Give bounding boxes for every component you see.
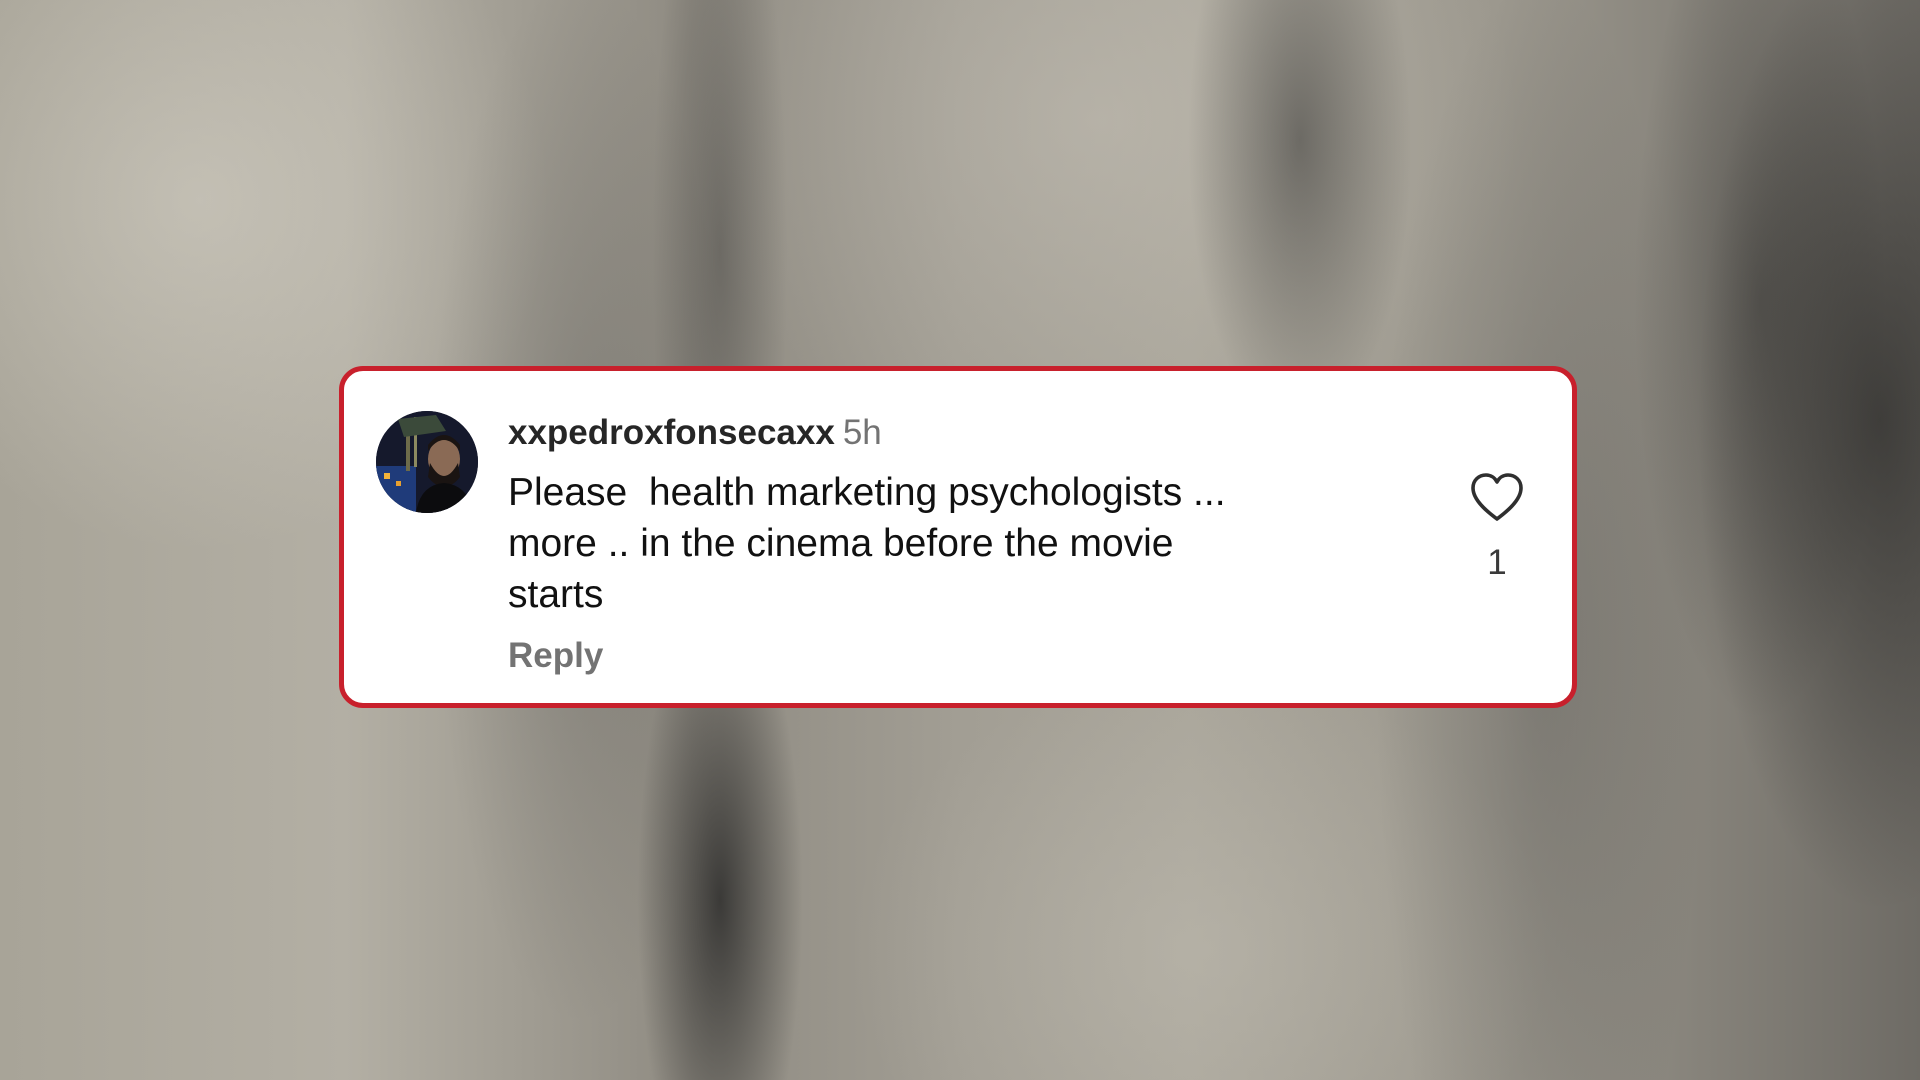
avatar-photo xyxy=(376,411,478,513)
heart-outline-icon xyxy=(1471,473,1523,521)
like-count: 1 xyxy=(1487,543,1507,582)
timestamp: 5h xyxy=(842,413,882,452)
comment-text: Please health marketing psychologists ..… xyxy=(508,471,1226,616)
comment-header: xxpedroxfonsecaxx 5h xyxy=(508,411,882,455)
reply-button[interactable]: Reply xyxy=(508,636,603,676)
like-button[interactable] xyxy=(1469,471,1525,523)
comment-card: xxpedroxfonsecaxx 5h Please health market… xyxy=(339,366,1577,708)
avatar[interactable] xyxy=(376,411,478,513)
username[interactable]: xxpedroxfonsecaxx xyxy=(508,413,835,452)
